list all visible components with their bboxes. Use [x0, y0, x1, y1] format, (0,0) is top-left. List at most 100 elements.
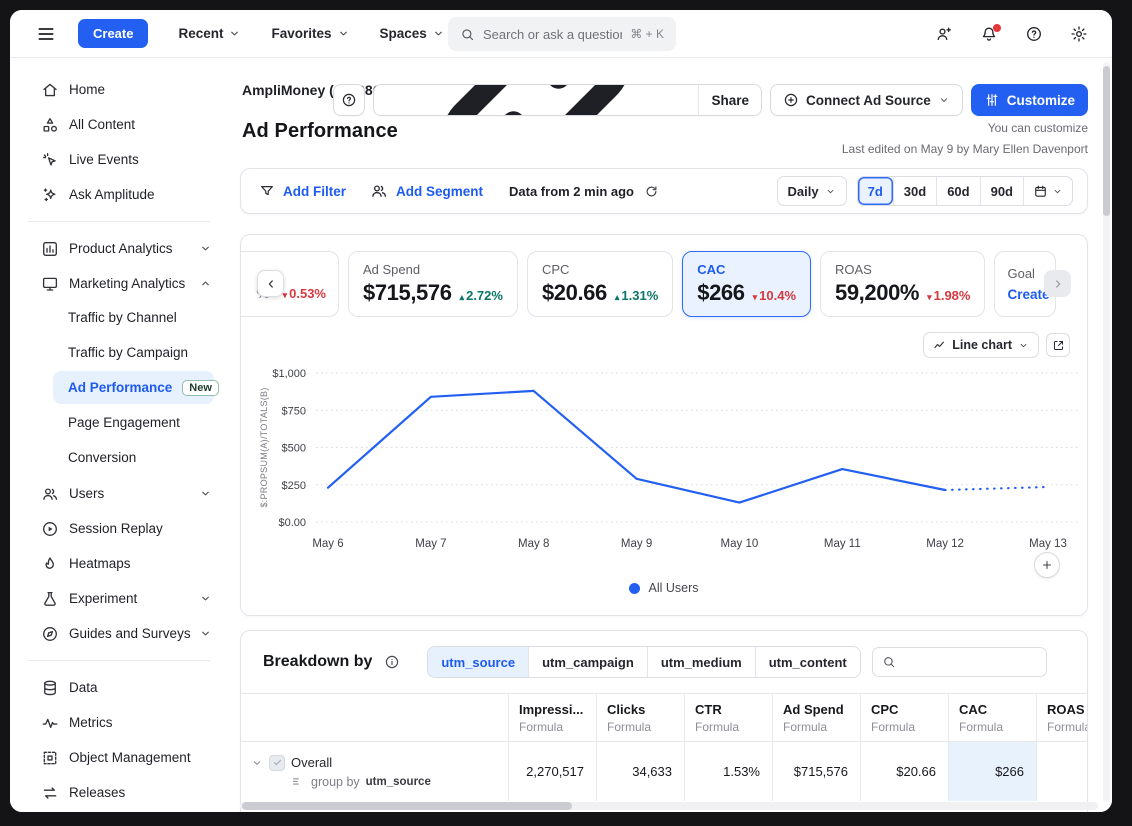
horizontal-scrollbar[interactable]: [240, 802, 1098, 810]
sidebar-item-label: Experiment: [69, 591, 137, 606]
sidebar-item-conversion[interactable]: Conversion: [53, 441, 214, 474]
metric-card-cpc[interactable]: CPC$20.66▴1.31%: [527, 251, 673, 317]
object-management-icon: [41, 749, 59, 767]
menu-spaces[interactable]: Spaces: [380, 26, 445, 41]
sidebar-item-users[interactable]: Users: [10, 476, 228, 511]
vertical-scrollbar-thumb[interactable]: [1103, 66, 1110, 216]
sidebar-item-label: Traffic by Campaign: [68, 345, 188, 360]
sidebar-item-data[interactable]: Data: [10, 670, 228, 705]
menu-recent[interactable]: Recent: [178, 26, 241, 41]
chevron-up-icon: [199, 277, 212, 290]
sidebar-item-guides-and-surveys[interactable]: Guides and Surveys: [10, 616, 228, 651]
column-header-cac[interactable]: CACFormula: [948, 694, 1036, 741]
sidebar-item-label: Live Events: [69, 152, 139, 167]
hamburger-menu-icon[interactable]: [36, 24, 56, 44]
add-annotation-button[interactable]: [1034, 552, 1060, 578]
info-icon[interactable]: [384, 654, 400, 670]
tab-utm-campaign[interactable]: utm_campaign: [528, 647, 647, 677]
search-input[interactable]: [483, 27, 622, 42]
sidebar-item-releases[interactable]: Releases: [10, 775, 228, 810]
settings-gear-icon[interactable]: [1070, 25, 1088, 43]
group-by-icon: [291, 775, 305, 789]
vertical-scrollbar[interactable]: [1103, 62, 1110, 802]
share-button[interactable]: Share: [698, 85, 761, 115]
copy-link-button[interactable]: [374, 85, 698, 115]
sidebar-item-label: Ask Amplitude: [69, 187, 155, 202]
column-header-impressi[interactable]: Impressi...Formula: [508, 694, 596, 741]
expand-chart-button[interactable]: [1046, 333, 1070, 357]
column-label: ROAS: [1047, 702, 1088, 717]
sidebar-item-experiment[interactable]: Experiment: [10, 581, 228, 616]
breakdown-title: Breakdown by: [263, 653, 372, 671]
tab-utm-medium[interactable]: utm_medium: [647, 647, 755, 677]
metric-card-ad-spend[interactable]: Ad Spend$715,576▴2.72%: [348, 251, 518, 317]
column-header-ad-spend[interactable]: Ad SpendFormula: [772, 694, 860, 741]
range-7d[interactable]: 7d: [858, 177, 893, 205]
breakdown-search[interactable]: [872, 647, 1047, 677]
refresh-icon[interactable]: [644, 184, 659, 199]
cards-scroll-right-button[interactable]: [1044, 270, 1071, 297]
notifications-bell-icon[interactable]: [980, 25, 998, 43]
sidebar-item-traffic-by-channel[interactable]: Traffic by Channel: [53, 301, 214, 334]
sidebar-item-traffic-by-campaign[interactable]: Traffic by Campaign: [53, 336, 214, 369]
granularity-dropdown[interactable]: Daily: [777, 176, 847, 206]
range-60d[interactable]: 60d: [936, 177, 979, 205]
add-segment-button[interactable]: Add Segment: [396, 184, 483, 199]
sidebar-item-object-management[interactable]: Object Management: [10, 740, 228, 775]
range-calendar[interactable]: [1023, 177, 1072, 205]
monitor-icon: [41, 275, 59, 293]
metric-card-roas[interactable]: ROAS59,200%▾1.98%: [820, 251, 985, 317]
sidebar-item-ad-performance[interactable]: Ad PerformanceNew: [53, 371, 214, 404]
range-30d[interactable]: 30d: [893, 177, 936, 205]
sidebar-item-product-analytics[interactable]: Product Analytics: [10, 231, 228, 266]
sidebar-item-home[interactable]: Home: [10, 72, 228, 107]
horizontal-scrollbar-thumb[interactable]: [242, 802, 572, 810]
column-label: Ad Spend: [783, 702, 850, 717]
sidebar-item-all-content[interactable]: All Content: [10, 107, 228, 142]
metric-value: $715,576: [363, 280, 452, 306]
sidebar-item-session-replay[interactable]: Session Replay: [10, 511, 228, 546]
column-header-roas[interactable]: ROASFormula: [1036, 694, 1088, 741]
row-checkbox[interactable]: [269, 755, 285, 771]
column-header-cpc[interactable]: CPCFormula: [860, 694, 948, 741]
help-icon[interactable]: [1025, 25, 1043, 43]
sidebar-item-ask-amplitude[interactable]: Ask Amplitude: [10, 177, 228, 212]
metric-value: $266: [697, 280, 744, 306]
metric-label: ROAS: [835, 262, 970, 277]
menu-favorites[interactable]: Favorites: [271, 26, 349, 41]
create-button[interactable]: Create: [78, 19, 148, 48]
metric-card-cac[interactable]: CAC$266▾10.4%: [682, 251, 811, 317]
legend-label: All Users: [648, 581, 698, 595]
sidebar-item-metrics[interactable]: Metrics: [10, 705, 228, 740]
flame-icon: [41, 555, 59, 573]
share-label: Share: [711, 93, 749, 108]
page-title: Ad Performance: [242, 120, 398, 143]
connect-ad-source-button[interactable]: Connect Ad Source: [770, 84, 963, 116]
column-header-ctr[interactable]: CTRFormula: [684, 694, 772, 741]
sidebar-item-marketing-analytics[interactable]: Marketing Analytics: [10, 266, 228, 301]
row-expand-chevron-icon[interactable]: [251, 757, 263, 769]
goal-create-link[interactable]: Create: [1007, 287, 1043, 302]
invite-user-icon[interactable]: [935, 25, 953, 43]
sidebar-item-live-events[interactable]: Live Events: [10, 142, 228, 177]
svg-text:May 6: May 6: [312, 538, 343, 550]
metric-card-truncated[interactable]: %▾0.53%: [241, 251, 339, 317]
help-button[interactable]: [333, 84, 365, 116]
tab-utm-source[interactable]: utm_source: [428, 647, 528, 677]
search-shortcut: ⌘ + K: [630, 27, 664, 41]
chart-legend: All Users: [241, 581, 1087, 595]
sidebar-item-page-engagement[interactable]: Page Engagement: [53, 406, 214, 439]
sidebar-item-label: Heatmaps: [69, 556, 131, 571]
add-filter-button[interactable]: Add Filter: [283, 184, 346, 199]
column-header-clicks[interactable]: ClicksFormula: [596, 694, 684, 741]
range-90d[interactable]: 90d: [980, 177, 1023, 205]
customize-button[interactable]: Customize: [971, 84, 1088, 116]
cards-scroll-left-button[interactable]: [257, 270, 284, 297]
segment-users-icon: [370, 182, 388, 200]
breakdown-search-input[interactable]: [903, 655, 1037, 670]
column-label: Impressi...: [519, 702, 586, 717]
table-row[interactable]: Overall group by utm_source 2,270,51734,…: [241, 741, 1087, 801]
search-bar[interactable]: ⌘ + K: [448, 17, 676, 51]
sidebar-item-heatmaps[interactable]: Heatmaps: [10, 546, 228, 581]
tab-utm-content[interactable]: utm_content: [755, 647, 860, 677]
